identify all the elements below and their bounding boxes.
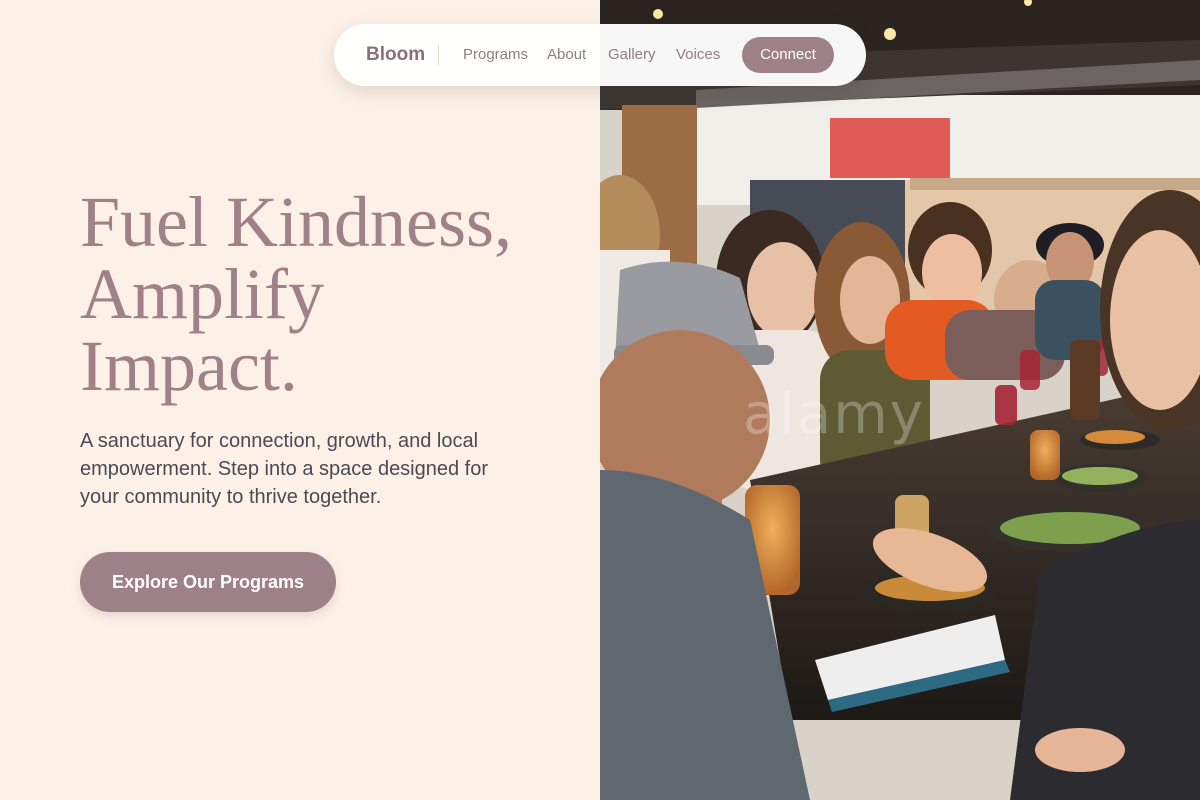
nav-divider — [438, 45, 439, 65]
nav-link-programs[interactable]: Programs — [463, 24, 528, 86]
hero-subtitle: A sanctuary for connection, growth, and … — [80, 430, 489, 508]
hero-photo: alamy — [600, 0, 1200, 800]
hero-title-line: Amplify — [80, 254, 324, 334]
hero-title: Fuel Kindness, Amplify Impact. — [80, 186, 580, 402]
hero-title-line: Impact. — [80, 326, 298, 406]
hero-title-line: Fuel Kindness, — [80, 182, 512, 262]
navbar: Bloom Programs About Gallery Voices Conn… — [334, 24, 866, 86]
brand-logo[interactable]: Bloom — [366, 24, 425, 86]
photo-watermark: alamy — [743, 382, 925, 447]
nav-link-voices[interactable]: Voices — [676, 24, 720, 86]
connect-button[interactable]: Connect — [742, 37, 834, 73]
explore-programs-button[interactable]: Explore Our Programs — [80, 552, 336, 612]
nav-link-about[interactable]: About — [547, 24, 586, 86]
hero-section: Fuel Kindness, Amplify Impact. A sanctua… — [0, 0, 600, 800]
nav-link-gallery[interactable]: Gallery — [608, 24, 656, 86]
